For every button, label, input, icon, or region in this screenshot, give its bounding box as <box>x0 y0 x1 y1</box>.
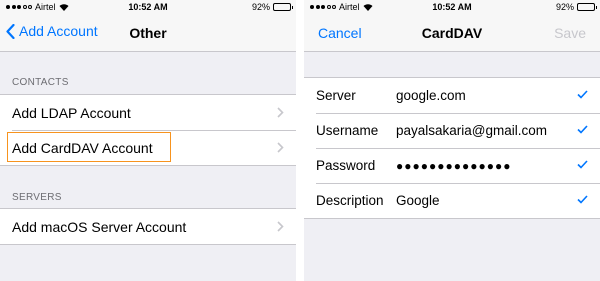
add-macos-server-account-row[interactable]: Add macOS Server Account <box>0 209 296 244</box>
row-label: Add macOS Server Account <box>12 218 187 235</box>
page-title: Other <box>129 25 167 41</box>
contacts-section-header: CONTACTS <box>12 77 69 88</box>
battery-icon <box>577 3 597 11</box>
highlight-box <box>7 132 171 162</box>
battery-icon <box>273 3 293 11</box>
carddav-form: Server google.com Username payalsakaria@… <box>304 77 600 219</box>
password-field-row[interactable]: Password ●●●●●●●●●●●●●● <box>304 148 600 183</box>
carddav-screen: Airtel 10:52 AM 92% Cancel CardDAV Save … <box>304 0 600 281</box>
row-label: Add LDAP Account <box>12 104 131 121</box>
navigation-bar: Add Account Other <box>0 14 296 52</box>
description-label: Description <box>316 193 384 208</box>
password-input[interactable]: ●●●●●●●●●●●●●● <box>396 159 511 173</box>
servers-section-header: SERVERS <box>12 192 62 203</box>
save-button[interactable]: Save <box>554 25 586 41</box>
servers-group: Add macOS Server Account <box>0 208 296 245</box>
server-field-row[interactable]: Server google.com <box>304 78 600 113</box>
server-label: Server <box>316 88 356 103</box>
battery-percent: 92% <box>251 2 270 12</box>
server-input[interactable]: google.com <box>396 88 466 103</box>
description-field-row[interactable]: Description Google <box>304 183 600 218</box>
other-accounts-screen: Airtel 10:52 AM 92% Add Account Other CO… <box>0 0 296 281</box>
status-bar: Airtel 10:52 AM 92% <box>0 0 296 14</box>
checkmark-icon <box>577 125 588 134</box>
description-input[interactable]: Google <box>396 193 440 208</box>
add-carddav-account-row[interactable]: Add CardDAV Account <box>0 130 296 165</box>
username-input[interactable]: payalsakaria@gmail.com <box>396 123 547 138</box>
checkmark-icon <box>577 160 588 169</box>
username-field-row[interactable]: Username payalsakaria@gmail.com <box>304 113 600 148</box>
status-bar: Airtel 10:52 AM 92% <box>304 0 600 14</box>
username-label: Username <box>316 123 379 138</box>
password-label: Password <box>316 158 376 173</box>
chevron-right-icon <box>277 142 284 153</box>
chevron-right-icon <box>277 221 284 232</box>
add-ldap-account-row[interactable]: Add LDAP Account <box>0 95 296 130</box>
battery-percent: 92% <box>555 2 574 12</box>
navigation-bar: Cancel CardDAV Save <box>304 14 600 52</box>
contacts-group: Add LDAP Account Add CardDAV Account <box>0 94 296 166</box>
chevron-right-icon <box>277 107 284 118</box>
checkmark-icon <box>577 90 588 99</box>
checkmark-icon <box>577 195 588 204</box>
